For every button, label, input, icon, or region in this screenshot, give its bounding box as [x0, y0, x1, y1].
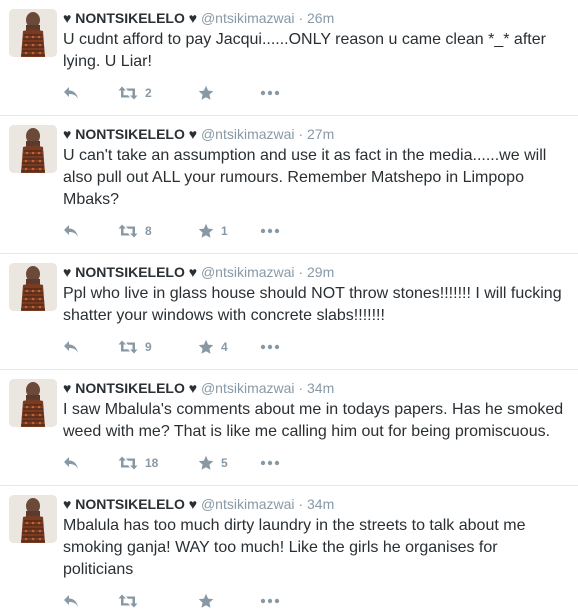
reply-icon	[63, 86, 79, 100]
tweet-actions: 18 5	[63, 449, 568, 477]
author-name[interactable]: ♥ NONTSIKELELO ♥	[63, 126, 197, 142]
reply-button[interactable]	[63, 340, 118, 354]
tweet[interactable]: ♥ NONTSIKELELO ♥ @ntsikimazwai · 34m I s…	[0, 370, 578, 486]
tweet-header: ♥ NONTSIKELELO ♥ @ntsikimazwai · 26m	[63, 8, 568, 28]
reply-button[interactable]	[63, 456, 118, 470]
reply-icon	[63, 594, 79, 608]
tweet[interactable]: ♥ NONTSIKELELO ♥ @ntsikimazwai · 27m U c…	[0, 116, 578, 254]
favorite-star-icon	[198, 85, 214, 101]
favorite-button[interactable]: 4	[198, 339, 260, 355]
tweet-timestamp[interactable]: 26m	[307, 10, 334, 26]
tweet[interactable]: ♥ NONTSIKELELO ♥ @ntsikimazwai · 29m Ppl…	[0, 254, 578, 370]
favorite-count: 4	[221, 340, 228, 354]
tweet-actions	[63, 587, 568, 615]
retweet-count: 2	[145, 86, 152, 100]
author-handle[interactable]: @ntsikimazwai	[201, 126, 295, 142]
favorite-star-icon	[198, 455, 214, 471]
retweet-icon	[118, 456, 138, 470]
tweet-text: U cudnt afford to pay Jacqui......ONLY r…	[63, 31, 546, 70]
more-dots-icon	[260, 90, 280, 96]
author-handle[interactable]: @ntsikimazwai	[201, 380, 295, 396]
favorite-count: 5	[221, 456, 228, 470]
tweet-header: ♥ NONTSIKELELO ♥ @ntsikimazwai · 27m	[63, 124, 568, 144]
tweet-timestamp[interactable]: 29m	[307, 264, 334, 280]
tweet-header: ♥ NONTSIKELELO ♥ @ntsikimazwai · 34m	[63, 494, 568, 514]
avatar[interactable]	[9, 125, 57, 173]
more-dots-icon	[260, 598, 280, 604]
tweet[interactable]: ♥ NONTSIKELELO ♥ @ntsikimazwai · 34m Mba…	[0, 486, 578, 615]
favorite-button[interactable]: 5	[198, 455, 260, 471]
separator-dot: ·	[298, 496, 304, 512]
reply-icon	[63, 224, 79, 238]
retweet-button[interactable]: 8	[118, 224, 198, 238]
favorite-star-icon	[198, 593, 214, 609]
retweet-count: 18	[145, 456, 159, 470]
reply-button[interactable]	[63, 594, 118, 608]
more-options-button[interactable]	[260, 460, 280, 466]
tweet-timeline: ♥ NONTSIKELELO ♥ @ntsikimazwai · 26m U c…	[0, 0, 578, 615]
retweet-icon	[118, 86, 138, 100]
tweet-actions: 8 1	[63, 217, 568, 245]
avatar[interactable]	[9, 9, 57, 57]
retweet-button[interactable]: 2	[118, 86, 198, 100]
favorite-count: 1	[221, 224, 228, 238]
favorite-star-icon	[198, 339, 214, 355]
tweet-actions: 2	[63, 79, 568, 107]
tweet-header: ♥ NONTSIKELELO ♥ @ntsikimazwai · 29m	[63, 262, 568, 282]
avatar[interactable]	[9, 495, 57, 543]
tweet-text: Mbalula has too much dirty laundry in th…	[63, 517, 526, 578]
favorite-button[interactable]	[198, 593, 260, 609]
author-name[interactable]: ♥ NONTSIKELELO ♥	[63, 264, 197, 280]
favorite-star-icon	[198, 223, 214, 239]
more-dots-icon	[260, 344, 280, 350]
avatar[interactable]	[9, 379, 57, 427]
retweet-button[interactable]	[118, 594, 198, 608]
more-options-button[interactable]	[260, 90, 280, 96]
retweet-icon	[118, 224, 138, 238]
separator-dot: ·	[298, 380, 304, 396]
more-dots-icon	[260, 460, 280, 466]
more-options-button[interactable]	[260, 228, 280, 234]
reply-icon	[63, 340, 79, 354]
avatar[interactable]	[9, 263, 57, 311]
tweet-text: U can't take an assumption and use it as…	[63, 147, 547, 208]
tweet-header: ♥ NONTSIKELELO ♥ @ntsikimazwai · 34m	[63, 378, 568, 398]
tweet-timestamp[interactable]: 34m	[307, 496, 334, 512]
retweet-button[interactable]: 9	[118, 340, 198, 354]
reply-button[interactable]	[63, 86, 118, 100]
reply-button[interactable]	[63, 224, 118, 238]
author-name[interactable]: ♥ NONTSIKELELO ♥	[63, 10, 197, 26]
tweet-text: I saw Mbalula's comments about me in tod…	[63, 401, 564, 440]
tweet-timestamp[interactable]: 34m	[307, 380, 334, 396]
tweet-timestamp[interactable]: 27m	[307, 126, 334, 142]
more-options-button[interactable]	[260, 344, 280, 350]
tweet[interactable]: ♥ NONTSIKELELO ♥ @ntsikimazwai · 26m U c…	[0, 0, 578, 116]
favorite-button[interactable]: 1	[198, 223, 260, 239]
retweet-icon	[118, 340, 138, 354]
more-options-button[interactable]	[260, 598, 280, 604]
more-dots-icon	[260, 228, 280, 234]
favorite-button[interactable]	[198, 85, 260, 101]
separator-dot: ·	[298, 10, 304, 26]
tweet-text: Ppl who live in glass house should NOT t…	[63, 285, 562, 324]
author-handle[interactable]: @ntsikimazwai	[201, 496, 295, 512]
separator-dot: ·	[298, 126, 304, 142]
author-handle[interactable]: @ntsikimazwai	[201, 10, 295, 26]
retweet-icon	[118, 594, 138, 608]
retweet-count: 8	[145, 224, 152, 238]
retweet-button[interactable]: 18	[118, 456, 198, 470]
tweet-actions: 9 4	[63, 333, 568, 361]
separator-dot: ·	[298, 264, 304, 280]
retweet-count: 9	[145, 340, 152, 354]
reply-icon	[63, 456, 79, 470]
author-name[interactable]: ♥ NONTSIKELELO ♥	[63, 496, 197, 512]
author-handle[interactable]: @ntsikimazwai	[201, 264, 295, 280]
author-name[interactable]: ♥ NONTSIKELELO ♥	[63, 380, 197, 396]
